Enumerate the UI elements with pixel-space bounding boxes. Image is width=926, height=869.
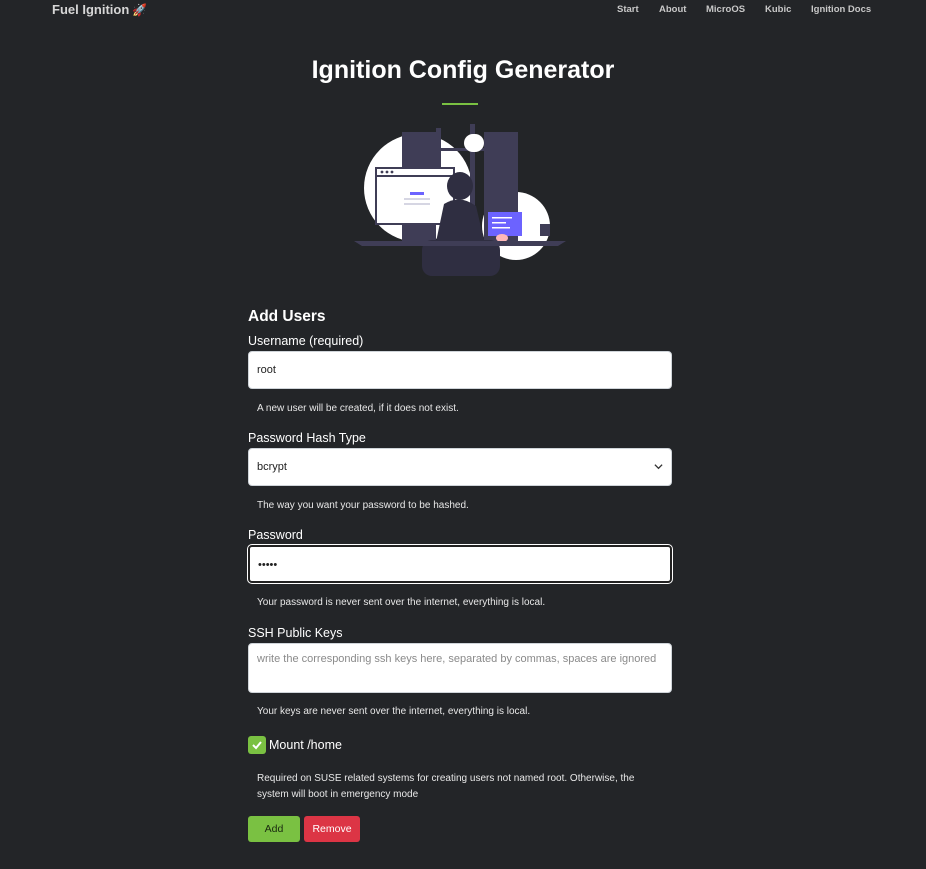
- mount-home-checkbox[interactable]: [248, 736, 266, 754]
- password-input[interactable]: •••••: [248, 545, 672, 583]
- page-title: Ignition Config Generator: [311, 56, 615, 84]
- section-heading-add-users: Add Users: [248, 308, 326, 325]
- username-input[interactable]: root: [248, 351, 672, 389]
- chevron-down-icon: [654, 464, 663, 470]
- nav-link-microos[interactable]: MicroOS: [706, 4, 745, 15]
- hash-type-help: The way you want your password to be has…: [257, 500, 469, 511]
- nav-link-start[interactable]: Start: [617, 4, 639, 15]
- ssh-keys-label: SSH Public Keys: [248, 626, 343, 640]
- hash-type-select[interactable]: bcrypt: [248, 448, 672, 486]
- mount-home-help: Required on SUSE related systems for cre…: [257, 773, 635, 800]
- nav-link-ignition-docs[interactable]: Ignition Docs: [811, 4, 871, 15]
- add-button[interactable]: Add: [248, 816, 300, 842]
- password-help: Your password is never sent over the int…: [257, 597, 546, 608]
- navbar: Fuel Ignition 🚀 Start About MicroOS Kubic…: [0, 0, 926, 22]
- check-icon: [252, 741, 262, 750]
- remove-button[interactable]: Remove: [304, 816, 360, 842]
- mount-home-label[interactable]: Mount /home: [269, 738, 342, 752]
- username-label: Username (required): [248, 334, 364, 348]
- nav-links: Start About MicroOS Kubic Ignition Docs: [0, 4, 926, 20]
- hash-type-selected: bcrypt: [257, 461, 287, 473]
- ssh-keys-textarea[interactable]: write the corresponding ssh keys here, s…: [248, 643, 672, 693]
- username-help: A new user will be created, if it does n…: [257, 403, 459, 414]
- developer-illustration: [354, 124, 566, 276]
- ssh-keys-help: Your keys are never sent over the intern…: [257, 706, 531, 717]
- nav-link-about[interactable]: About: [659, 4, 686, 15]
- password-label: Password: [248, 528, 303, 542]
- hash-type-label: Password Hash Type: [248, 431, 366, 445]
- title-underline: [442, 103, 478, 105]
- nav-link-kubic[interactable]: Kubic: [765, 4, 791, 15]
